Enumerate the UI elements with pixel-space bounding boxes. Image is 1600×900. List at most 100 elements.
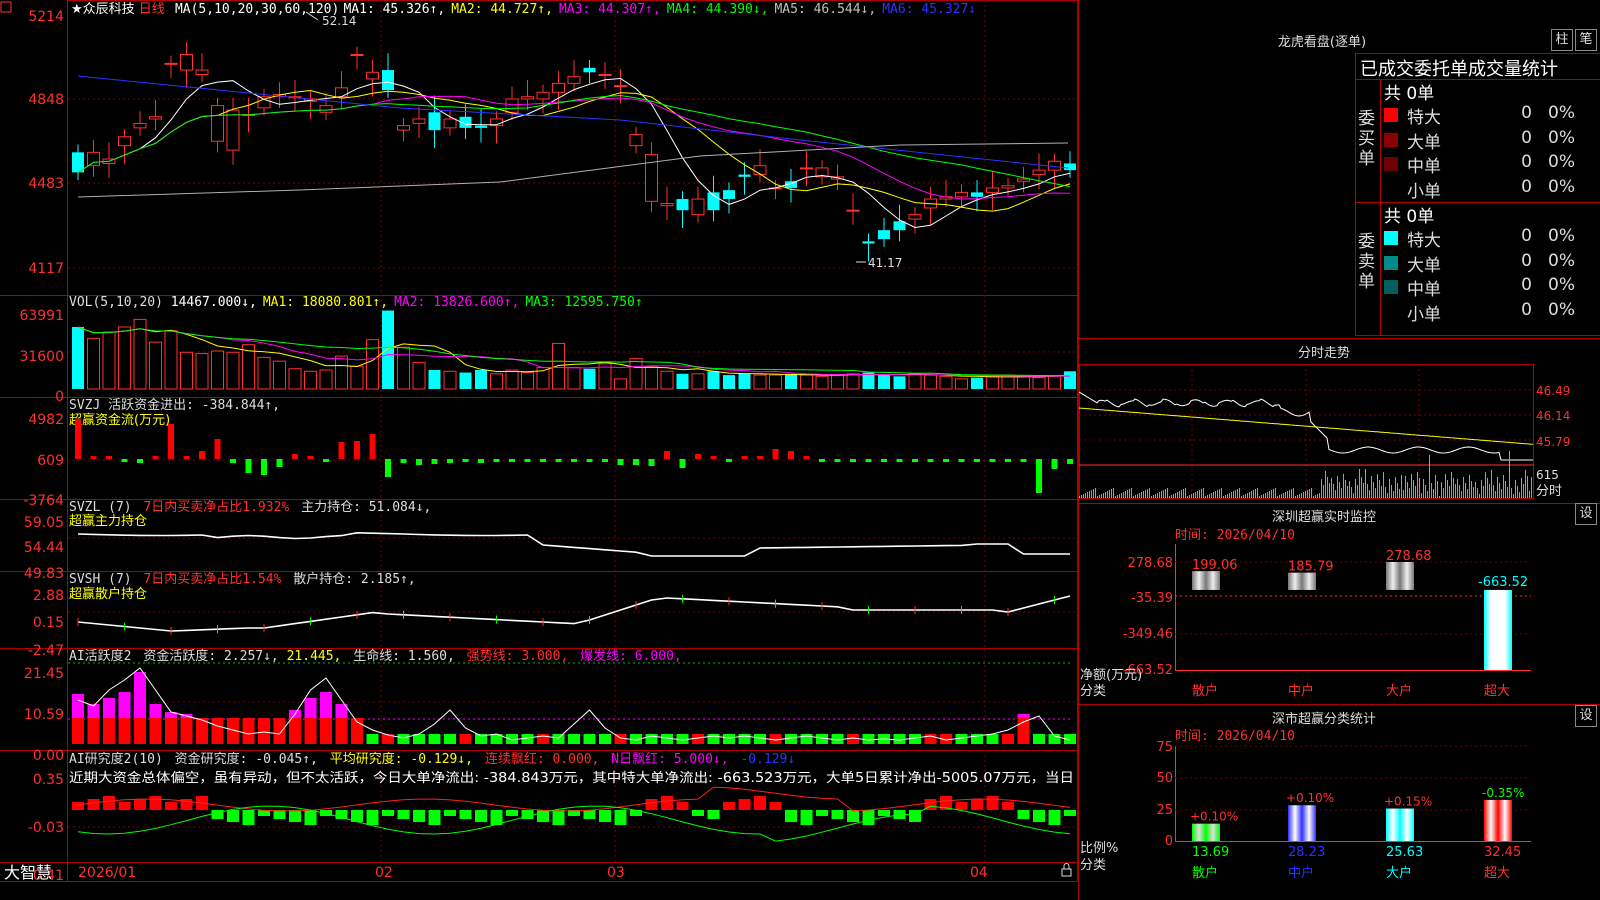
y-tick-main-2: 4483: [28, 176, 64, 192]
ai2-label2: 资金研究度: -0.045↑,: [175, 751, 318, 767]
fenshi-y-1: 46.14: [1536, 409, 1570, 423]
ai1-bar-base: [72, 718, 84, 744]
svzj-label: SVZJ 活跃资金进出: -384.844↑,: [69, 397, 280, 413]
candle: [785, 169, 797, 203]
volume-bar: [180, 351, 193, 390]
ai2-bar: [552, 810, 565, 825]
fenshi-bottom-label: 分时: [1536, 484, 1562, 499]
svzj-bar: [214, 439, 221, 459]
volume-bar: [164, 330, 178, 390]
buy-row: 中单 0 0%: [1380, 152, 1590, 177]
ai2-bar: [490, 810, 503, 825]
candle: [645, 142, 658, 213]
lhb-header: 已成交委托单成交量统计: [1360, 59, 1558, 80]
ai1-bar-top: [320, 692, 332, 718]
svzj-bar: [788, 451, 794, 459]
svzj-bar: [772, 449, 779, 459]
classify-settings-button[interactable]: 设: [1575, 705, 1597, 727]
candle: [660, 186, 674, 221]
ai1-bar: [1033, 734, 1045, 744]
ai2-bar: [769, 802, 782, 810]
monitor-title: 深圳超赢实时监控: [1271, 510, 1376, 525]
y-tick-svsh-0: 2.88: [33, 588, 64, 604]
svzj-bar: [757, 456, 763, 459]
ai2-bar: [475, 810, 487, 822]
ai2-bar: [428, 810, 441, 825]
sell-label: 小单: [1407, 304, 1441, 325]
ai2-bar: [645, 799, 658, 810]
ai2-bar: [149, 796, 162, 810]
ai1-bar-base: [289, 718, 301, 744]
menu-box-icon[interactable]: [0, 1, 12, 13]
tick-mode-button[interactable]: 笔: [1575, 29, 1597, 51]
y-tick-main-0: 5214: [28, 9, 64, 25]
volume-bar: [1048, 375, 1061, 390]
y-tick-svsh-2: -2.47: [28, 643, 64, 659]
brand-label: 大智慧: [4, 863, 52, 882]
monitor-settings-button[interactable]: 设: [1575, 503, 1597, 525]
buy-row: 特大 0 0%: [1380, 103, 1590, 128]
volume-bar: [583, 368, 596, 389]
monitor-bar-1: 185.79 中户: [1288, 560, 1334, 699]
ai1-bar-base: [180, 718, 193, 744]
ai1-bar-base: [335, 718, 348, 744]
svsh-label3: 散户持仓: 2.185↑,: [293, 571, 415, 587]
kline-chart-area[interactable]: 5214 4848 4483 4117 63991 31600 0 4982 6…: [0, 0, 1078, 900]
volume-bar: [738, 373, 751, 389]
vol-value-0: 14467.000↓,: [171, 295, 257, 310]
vol-value-1: MA1: 18080.801↑,: [263, 295, 388, 310]
svzl-legend: SVZL (7) 7日内买卖净占比1.932% 主力持仓: 51.084↓,: [69, 499, 431, 515]
volume-bar: [1032, 377, 1046, 390]
svzj-bar: [261, 459, 267, 475]
y-tick-svzl-1: 54.44: [24, 540, 64, 556]
date-label-3: 04: [970, 865, 988, 881]
ai2-bar: [583, 810, 596, 819]
volume-bar: [645, 365, 658, 390]
svzj-bar: [369, 434, 376, 459]
sell-row: 小单 0 0%: [1380, 300, 1590, 325]
classify-left-label-2: 分类: [1080, 858, 1106, 873]
svzj-bar: [896, 459, 903, 462]
volume-bar: [1064, 371, 1076, 389]
buy-label: 大单: [1407, 132, 1441, 153]
y-tick-main-1: 4848: [28, 92, 64, 108]
lock-icon[interactable]: [1061, 863, 1072, 877]
svzj-bar: [834, 459, 841, 462]
svzj-bar: [292, 454, 298, 459]
ai2-bar: [397, 810, 410, 819]
svzj-bar: [137, 459, 143, 463]
volume-bar: [614, 378, 627, 390]
svzj-bar: [602, 459, 608, 462]
classify-value: 13.69: [1192, 845, 1229, 860]
svzj-bar: [183, 456, 190, 459]
candle: [195, 53, 209, 83]
ma5-line: [77, 142, 1069, 198]
ai2-bar: [692, 810, 704, 816]
svzj-bar: [524, 459, 531, 462]
candle: [102, 142, 116, 178]
ai1-bar-top: [134, 672, 146, 718]
svzj-bar: [416, 459, 422, 465]
ai2-legend: AI研究度2(10) 资金研究度: -0.045↑, 平均研究度: -0.129…: [69, 751, 795, 767]
monitor-bar-label: 199.06: [1192, 558, 1238, 573]
ai2-label4: 连续飘红: 0.000,: [485, 751, 600, 767]
volume-bar: [691, 373, 705, 390]
candle: [939, 180, 953, 207]
bar-mode-button[interactable]: 柱: [1551, 29, 1573, 51]
candle: [583, 60, 596, 84]
ai2-bar: [366, 810, 379, 825]
ai1-legend: AI活跃度2 资金活跃度: 2.257↓, 21.445, 生命线: 1.560…: [69, 648, 682, 664]
fenshi-chart[interactable]: 46.49 46.14 45.79 615 分时: [1079, 362, 1600, 502]
volume-bar: [753, 374, 767, 390]
candle: [598, 62, 612, 89]
sell-pct: 0%: [1548, 275, 1575, 295]
ai2-bar: [986, 796, 999, 810]
sell-swatch: [1384, 304, 1398, 319]
candle: [986, 171, 999, 211]
volume-bar: [939, 375, 953, 390]
volume-bar: [459, 372, 472, 389]
svzj-bar: [431, 459, 438, 464]
volume-bar: [893, 376, 906, 389]
vol-value-3: MA3: 12595.750↑: [525, 295, 642, 310]
ai2-label5: N日飘红: 5.000↓,: [611, 751, 728, 767]
